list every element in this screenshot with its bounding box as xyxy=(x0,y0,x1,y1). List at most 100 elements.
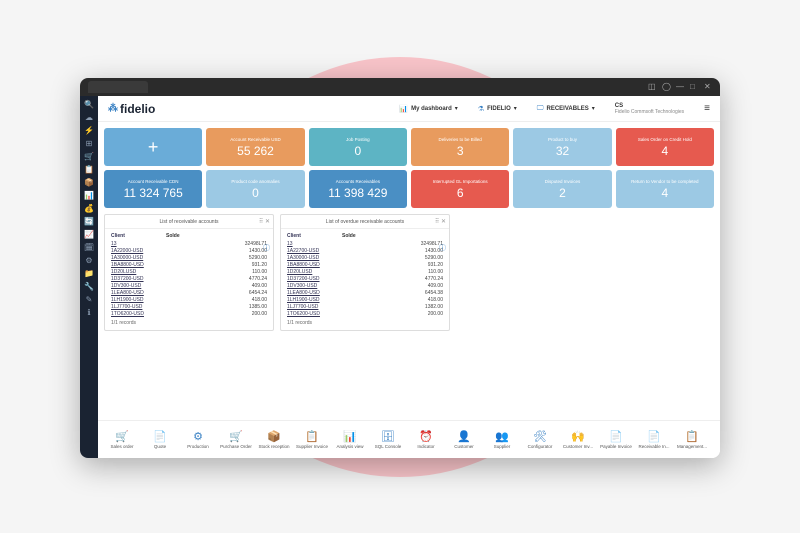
table-row[interactable]: 1LEA800-USD6454.38 xyxy=(287,290,443,297)
sidebar-icon[interactable]: 💰 xyxy=(84,204,94,214)
table-row[interactable]: 1DV300-USD409.00 xyxy=(111,283,267,290)
sidebar-icon[interactable]: 🗓 xyxy=(84,243,94,253)
close-icon[interactable]: ✕ xyxy=(704,83,712,91)
sidebar-icon[interactable]: ⚙ xyxy=(84,256,94,266)
sidebar-icon[interactable]: 📦 xyxy=(84,178,94,188)
table-row[interactable]: 1D37200-USD4770.24 xyxy=(111,276,267,283)
table-row[interactable]: 1D37200-USD4770.24 xyxy=(287,276,443,283)
toolbar-button[interactable]: 👥Supplier xyxy=(484,430,520,449)
kpi-card[interactable]: Deliveries to be Billed3 xyxy=(411,128,509,166)
extension-icon[interactable]: ◫ xyxy=(648,83,656,91)
kpi-card[interactable]: Disputed Invoices2 xyxy=(513,170,611,208)
logo-text: fidelio xyxy=(120,102,155,116)
toolbar-button[interactable]: 📋Management... xyxy=(674,430,710,449)
balance-cell: 409.00 xyxy=(342,283,443,290)
toolbar-button[interactable]: ⏰Indicator xyxy=(408,430,444,449)
table-row[interactable]: 1LJ7700-USD1385.00 xyxy=(111,304,267,311)
balance-cell: 409.00 xyxy=(166,283,267,290)
toolbar-button[interactable]: 🗄SQL Console xyxy=(370,430,406,449)
sidebar-icon[interactable]: 🔄 xyxy=(84,217,94,227)
table-row[interactable]: 1LH1900-USD418.00 xyxy=(287,297,443,304)
kpi-card[interactable]: Job Posting0 xyxy=(309,128,407,166)
table-row[interactable]: 1D20LUSD110.00 xyxy=(111,269,267,276)
toolbar-button[interactable]: 📦Stock reception xyxy=(256,430,292,449)
sidebar-icon[interactable]: 📋 xyxy=(84,165,94,175)
browser-tab[interactable] xyxy=(88,81,148,93)
table-footer: 1/1 records xyxy=(287,318,443,326)
sidebar-icon[interactable]: 🔍 xyxy=(84,100,94,110)
sidebar-icon[interactable]: 🛒 xyxy=(84,152,94,162)
menu-icon[interactable]: ≡ xyxy=(704,103,710,114)
toolbar-button[interactable]: ⚙Production xyxy=(180,430,216,449)
table-row[interactable]: 1LJ7700-USD1382.00 xyxy=(287,304,443,311)
toolbar-button[interactable]: 🙌Customer Inv... xyxy=(560,430,596,449)
sidebar-icon[interactable]: 📁 xyxy=(84,269,94,279)
tool-icon: 📋 xyxy=(305,430,319,444)
nav-org[interactable]: ⚗ FIDELIO ▾ xyxy=(478,105,517,113)
application: 🔍 ☁ ⚡ ⊞ 🛒 📋 📦 📊 💰 🔄 📈 🗓 ⚙ 📁 🔧 ✎ ℹ ⁂ fidelio 📊 My dashboa… xyxy=(80,96,720,458)
balance-cell: 1385.00 xyxy=(166,304,267,311)
profile-icon[interactable]: ◯ xyxy=(662,83,670,91)
nav-dashboard[interactable]: 📊 My dashboard ▾ xyxy=(399,105,457,113)
toolbar-button[interactable]: 🛒Purchase Order xyxy=(218,430,254,449)
kpi-card[interactable]: Product to buy32 xyxy=(513,128,611,166)
toolbar-button[interactable]: 📋Supplier Invoice xyxy=(294,430,330,449)
kpi-card[interactable]: Sales Order on Credit Hold 4 xyxy=(616,128,714,166)
nav-module[interactable]: 🖵 RECEIVABLES ▾ xyxy=(537,105,595,113)
nav-user[interactable]: CS Fidelio Commsoft Technologies xyxy=(615,103,684,115)
sidebar-icon[interactable]: ⊞ xyxy=(84,139,94,149)
minimize-icon[interactable]: — xyxy=(676,83,684,91)
kpi-card[interactable]: Interrupted GL Importations6 xyxy=(411,170,509,208)
toolbar-button[interactable]: 📄Receivable In... xyxy=(636,430,672,449)
toolbar-button[interactable]: 📊Analysis view xyxy=(332,430,368,449)
balance-cell: 1430.00 xyxy=(166,248,267,255)
tool-label: Quote xyxy=(142,444,178,449)
sidebar-icon[interactable]: ℹ xyxy=(84,308,94,318)
maximize-icon[interactable]: □ xyxy=(690,83,698,91)
table-row[interactable]: 1332498L71 xyxy=(287,241,443,248)
table-row[interactable]: 1LEA800-USD6454.24 xyxy=(111,290,267,297)
tool-label: Management... xyxy=(674,444,710,449)
table-row[interactable]: 1LH1900-USD418.00 xyxy=(111,297,267,304)
table-row[interactable]: 1BA8800-USD931.20 xyxy=(287,262,443,269)
sidebar-icon[interactable]: ☁ xyxy=(84,113,94,123)
toolbar-button[interactable]: 📄Quote xyxy=(142,430,178,449)
table-row[interactable]: 1332498L71 xyxy=(111,241,267,248)
sidebar-icon[interactable]: 📈 xyxy=(84,230,94,240)
table-row[interactable]: 1DV300-USD409.00 xyxy=(287,283,443,290)
table-row[interactable]: 1A22000-USD1430.00 xyxy=(111,248,267,255)
sidebar-icon[interactable]: 📊 xyxy=(84,191,94,201)
panel-controls-icon[interactable]: ⠿ ✕ xyxy=(259,218,270,225)
tool-icon: 👥 xyxy=(495,430,509,444)
table-row[interactable]: 1A30000-USD5290.00 xyxy=(111,255,267,262)
table-row[interactable]: 1A30000-USD5290.00 xyxy=(287,255,443,262)
kpi-card[interactable]: Return to Vendor to be completed4 xyxy=(616,170,714,208)
kpi-card[interactable]: Accounts Receivables11 398 429 xyxy=(309,170,407,208)
client-cell: 1D37200-USD xyxy=(111,276,166,283)
client-cell: 1D20LUSD xyxy=(287,269,342,276)
sidebar-icon[interactable]: 🔧 xyxy=(84,282,94,292)
toolbar-button[interactable]: 🛒Sales order xyxy=(104,430,140,449)
col-header: Solde xyxy=(166,233,267,239)
info-icon[interactable]: ⓘ xyxy=(439,243,446,253)
kpi-card[interactable]: Product code anomalies0 xyxy=(206,170,304,208)
table-row[interactable]: 1TO6200-USD200.00 xyxy=(111,311,267,318)
toolbar-button[interactable]: 👤Customer xyxy=(446,430,482,449)
table-row[interactable]: 1A22700-USD1430.00 xyxy=(287,248,443,255)
logo-icon: ⁂ xyxy=(108,103,118,114)
toolbar-button[interactable]: 🛠Configurator xyxy=(522,430,558,449)
kpi-card[interactable]: Account Receivable CDN11 324 765 xyxy=(104,170,202,208)
table-row[interactable]: 1D20LUSD110.00 xyxy=(287,269,443,276)
table-row[interactable]: 1BA8800-USD931.20 xyxy=(111,262,267,269)
add-card-button[interactable]: + xyxy=(104,128,202,166)
tool-label: Production xyxy=(180,444,216,449)
info-icon[interactable]: ⓘ xyxy=(263,243,270,253)
kpi-card[interactable]: Account Receivable USD55 262 xyxy=(206,128,304,166)
card-value: 4 xyxy=(661,144,668,158)
toolbar-button[interactable]: 📄Payable Invoice xyxy=(598,430,634,449)
sidebar-icon[interactable]: ✎ xyxy=(84,295,94,305)
card-title: Sales Order on Credit Hold xyxy=(636,137,694,142)
table-row[interactable]: 1TO6200-USD200.00 xyxy=(287,311,443,318)
panel-controls-icon[interactable]: ⠿ ✕ xyxy=(435,218,446,225)
sidebar-icon[interactable]: ⚡ xyxy=(84,126,94,136)
